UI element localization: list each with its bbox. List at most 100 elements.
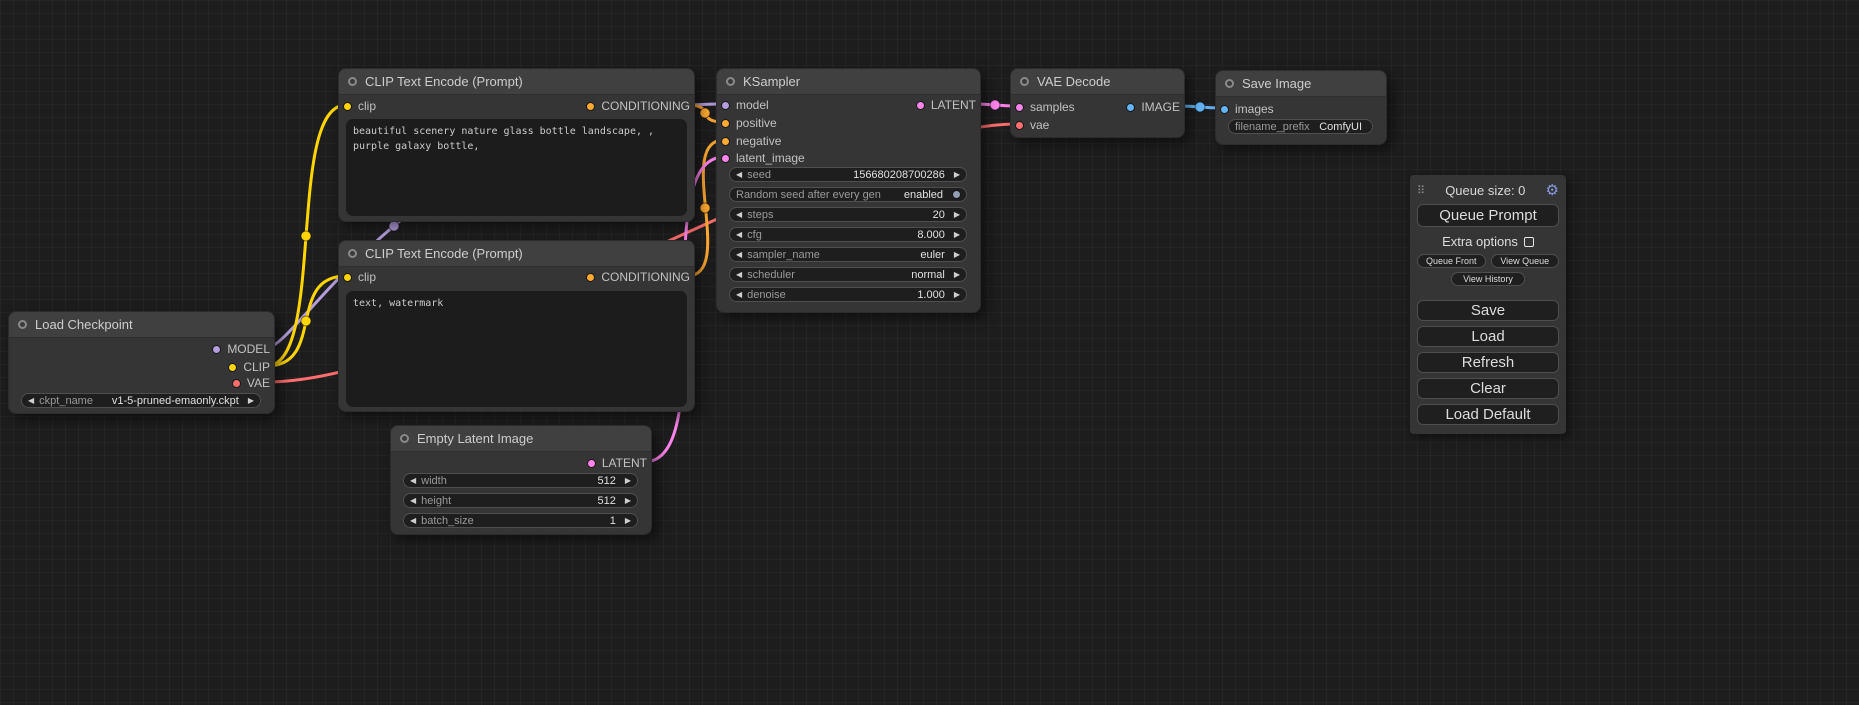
- port-clip-input[interactable]: [343, 102, 352, 111]
- increment-arrow-icon[interactable]: ▶: [625, 517, 631, 525]
- increment-arrow-icon[interactable]: ▶: [954, 171, 960, 179]
- increment-arrow-icon[interactable]: ▶: [954, 251, 960, 259]
- node-header-empty-latent[interactable]: Empty Latent Image: [391, 426, 651, 452]
- decrement-arrow-icon[interactable]: ◀: [410, 477, 416, 485]
- extra-options-label: Extra options: [1442, 234, 1518, 249]
- queue-buttons-row: Queue Front View Queue: [1417, 254, 1559, 268]
- widget-steps[interactable]: ◀ steps 20 ▶: [729, 207, 967, 222]
- collapse-dot-icon[interactable]: [348, 249, 357, 258]
- wire-midpoint-dot-cond2: [700, 203, 710, 213]
- collapse-dot-icon[interactable]: [348, 77, 357, 86]
- wire-midpoint-dot-clip1: [301, 231, 311, 241]
- port-model-input[interactable]: [721, 101, 730, 110]
- widget-random-seed-toggle[interactable]: Random seed after every gen enabled: [729, 187, 967, 202]
- increment-arrow-icon[interactable]: ▶: [248, 397, 254, 405]
- widget-scheduler[interactable]: ◀ scheduler normal ▶: [729, 267, 967, 282]
- increment-arrow-icon[interactable]: ▶: [954, 231, 960, 239]
- node-header-vae-decode[interactable]: VAE Decode: [1011, 69, 1184, 95]
- widget-batch-size[interactable]: ◀ batch_size 1 ▶: [403, 513, 638, 528]
- wire-midpoint-dot-cond1: [700, 108, 710, 118]
- node-clip-text-encode-positive[interactable]: CLIP Text Encode (Prompt) clip CONDITION…: [338, 68, 695, 222]
- load-default-button[interactable]: Load Default: [1417, 404, 1559, 425]
- decrement-arrow-icon[interactable]: ◀: [410, 517, 416, 525]
- increment-arrow-icon[interactable]: ▶: [954, 291, 960, 299]
- widget-seed[interactable]: ◀ seed 156680208700286 ▶: [729, 167, 967, 182]
- node-header-clip-positive[interactable]: CLIP Text Encode (Prompt): [339, 69, 694, 95]
- input-slot-images: images: [1220, 102, 1274, 116]
- decrement-arrow-icon[interactable]: ◀: [736, 251, 742, 259]
- node-header-save-image[interactable]: Save Image: [1216, 71, 1386, 97]
- queue-prompt-button[interactable]: Queue Prompt: [1417, 204, 1559, 227]
- settings-gear-icon[interactable]: ⚙: [1546, 183, 1559, 198]
- output-slot-model: MODEL: [212, 342, 270, 356]
- collapse-dot-icon[interactable]: [1225, 79, 1234, 88]
- view-history-button[interactable]: View History: [1451, 272, 1525, 286]
- node-vae-decode[interactable]: VAE Decode samples IMAGE vae: [1010, 68, 1185, 138]
- port-model-output[interactable]: [212, 345, 221, 354]
- prompt-textarea-negative[interactable]: text, watermark: [346, 291, 687, 407]
- port-image-output[interactable]: [1126, 103, 1135, 112]
- output-slot-conditioning: CONDITIONING: [586, 99, 690, 113]
- collapse-dot-icon[interactable]: [18, 320, 27, 329]
- port-clip-input[interactable]: [343, 273, 352, 282]
- port-positive-input[interactable]: [721, 119, 730, 128]
- queue-front-button[interactable]: Queue Front: [1417, 254, 1486, 268]
- increment-arrow-icon[interactable]: ▶: [954, 271, 960, 279]
- node-ksampler[interactable]: KSampler model LATENT positive negative …: [716, 68, 981, 313]
- node-header-ksampler[interactable]: KSampler: [717, 69, 980, 95]
- prompt-textarea-positive[interactable]: beautiful scenery nature glass bottle la…: [346, 119, 687, 216]
- collapse-dot-icon[interactable]: [726, 77, 735, 86]
- widget-filename-prefix[interactable]: filename_prefix ComfyUI: [1228, 119, 1373, 134]
- node-title: Load Checkpoint: [35, 317, 133, 332]
- port-samples-input[interactable]: [1015, 103, 1024, 112]
- collapse-dot-icon[interactable]: [400, 434, 409, 443]
- increment-arrow-icon[interactable]: ▶: [954, 211, 960, 219]
- increment-arrow-icon[interactable]: ▶: [625, 497, 631, 505]
- node-save-image[interactable]: Save Image images filename_prefix ComfyU…: [1215, 70, 1387, 145]
- port-images-input[interactable]: [1220, 105, 1229, 114]
- node-header-load-checkpoint[interactable]: Load Checkpoint: [9, 312, 274, 338]
- widget-denoise[interactable]: ◀ denoise 1.000 ▶: [729, 287, 967, 302]
- decrement-arrow-icon[interactable]: ◀: [736, 171, 742, 179]
- view-queue-button[interactable]: View Queue: [1491, 254, 1560, 268]
- widget-sampler-name[interactable]: ◀ sampler_name euler ▶: [729, 247, 967, 262]
- node-title: VAE Decode: [1037, 74, 1110, 89]
- port-latent-output[interactable]: [587, 459, 596, 468]
- widget-ckpt-name[interactable]: ◀ ckpt_name v1-5-pruned-emaonly.ckpt ▶: [21, 393, 261, 408]
- widget-width[interactable]: ◀ width 512 ▶: [403, 473, 638, 488]
- node-load-checkpoint[interactable]: Load Checkpoint MODEL CLIP VAE ◀ ckpt_na…: [8, 311, 275, 414]
- extra-options-row: Extra options: [1417, 234, 1559, 249]
- input-slot-clip: clip: [343, 99, 376, 113]
- input-slot-model: model: [721, 98, 769, 112]
- decrement-arrow-icon[interactable]: ◀: [410, 497, 416, 505]
- drag-handle-icon[interactable]: ⠿: [1417, 184, 1425, 197]
- port-latent-image-input[interactable]: [721, 154, 730, 163]
- increment-arrow-icon[interactable]: ▶: [625, 477, 631, 485]
- clear-button[interactable]: Clear: [1417, 378, 1559, 399]
- decrement-arrow-icon[interactable]: ◀: [736, 271, 742, 279]
- collapse-dot-icon[interactable]: [1020, 77, 1029, 86]
- decrement-arrow-icon[interactable]: ◀: [736, 231, 742, 239]
- port-conditioning-output[interactable]: [586, 102, 595, 111]
- toggle-knob-icon: [952, 190, 961, 199]
- port-vae-input[interactable]: [1015, 121, 1024, 130]
- port-latent-output[interactable]: [916, 101, 925, 110]
- widget-height[interactable]: ◀ height 512 ▶: [403, 493, 638, 508]
- node-graph-canvas[interactable]: Load Checkpoint MODEL CLIP VAE ◀ ckpt_na…: [0, 0, 1859, 705]
- load-button[interactable]: Load: [1417, 326, 1559, 347]
- port-conditioning-output[interactable]: [586, 273, 595, 282]
- node-clip-text-encode-negative[interactable]: CLIP Text Encode (Prompt) clip CONDITION…: [338, 240, 695, 412]
- decrement-arrow-icon[interactable]: ◀: [736, 211, 742, 219]
- decrement-arrow-icon[interactable]: ◀: [28, 397, 34, 405]
- output-slot-latent: LATENT: [587, 456, 647, 470]
- save-button[interactable]: Save: [1417, 300, 1559, 321]
- extra-options-checkbox[interactable]: [1524, 237, 1534, 247]
- port-negative-input[interactable]: [721, 137, 730, 146]
- node-empty-latent-image[interactable]: Empty Latent Image LATENT ◀ width 512 ▶ …: [390, 425, 652, 535]
- widget-cfg[interactable]: ◀ cfg 8.000 ▶: [729, 227, 967, 242]
- node-header-clip-negative[interactable]: CLIP Text Encode (Prompt): [339, 241, 694, 267]
- decrement-arrow-icon[interactable]: ◀: [736, 291, 742, 299]
- port-vae-output[interactable]: [232, 379, 241, 388]
- port-clip-output[interactable]: [228, 363, 237, 372]
- refresh-button[interactable]: Refresh: [1417, 352, 1559, 373]
